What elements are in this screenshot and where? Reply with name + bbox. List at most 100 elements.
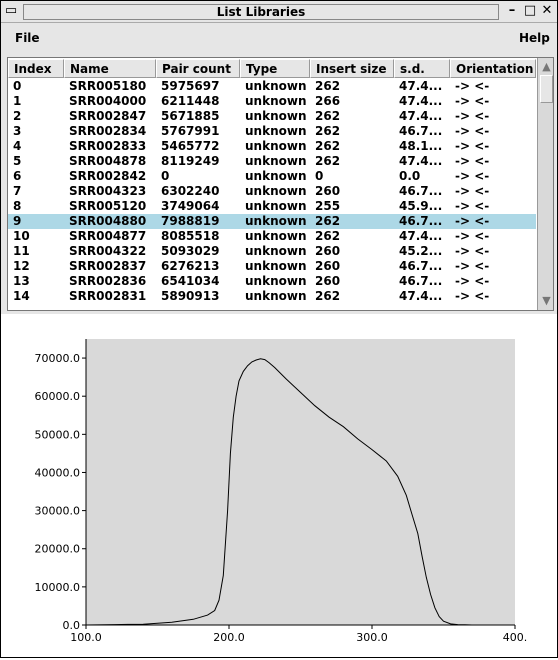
- table-cell: 6276213: [161, 259, 220, 273]
- maximize-icon[interactable]: □: [523, 3, 537, 19]
- y-tick-label: 50000.0: [35, 428, 81, 441]
- table-cell: 0: [315, 169, 324, 183]
- table-cell: unknown: [245, 274, 307, 288]
- table-row[interactable]: 6 SRR002842 0 unknown 0 0.0 -> <-: [8, 169, 536, 184]
- table-cell: 13: [13, 274, 30, 288]
- column-header[interactable]: Index: [8, 59, 64, 78]
- table-cell: 1: [13, 94, 22, 108]
- table-row[interactable]: 11 SRR004322 5093029 unknown 260 45.2... -> <-: [8, 244, 536, 259]
- table-cell: 46.7...: [399, 259, 443, 273]
- column-header[interactable]: Name: [64, 59, 156, 78]
- scroll-down-icon[interactable]: ▼: [539, 293, 553, 308]
- column-header[interactable]: Orientation: [450, 59, 536, 78]
- table-row[interactable]: 3 SRR002834 5767991 unknown 262 46.7... -> <-: [8, 124, 536, 139]
- table-cell: 262: [315, 124, 341, 138]
- table-cell: 5093029: [161, 244, 220, 258]
- table-cell: SRR004877: [69, 229, 147, 243]
- table-cell: 6302240: [161, 184, 220, 198]
- y-tick-label: 70000.0: [35, 352, 81, 365]
- table-cell: 262: [315, 154, 341, 168]
- table-cell: 255: [315, 199, 341, 213]
- libraries-table: Index Name Pair count Type Insert size s.d. Or…: [7, 57, 554, 311]
- table-cell: 5: [13, 154, 22, 168]
- table-row[interactable]: 7 SRR004323 6302240 unknown 260 46.7... -> <-: [8, 184, 536, 199]
- table-row[interactable]: 0 SRR005180 5975697 unknown 262 47.4... -> <-: [8, 79, 536, 94]
- table-cell: 6: [13, 169, 22, 183]
- column-header[interactable]: Insert size: [310, 59, 394, 78]
- table-cell: 47.4...: [399, 109, 443, 123]
- table-cell: 260: [315, 244, 341, 258]
- table-cell: -> <-: [455, 79, 490, 93]
- menu-file[interactable]: File: [15, 31, 40, 45]
- table-cell: 262: [315, 214, 341, 228]
- table-cell: -> <-: [455, 184, 490, 198]
- table-cell: unknown: [245, 94, 307, 108]
- table-vertical-scrollbar[interactable]: ▲ ▼: [537, 58, 553, 310]
- table-cell: 266: [315, 94, 341, 108]
- table-cell: 3: [13, 124, 22, 138]
- table-row[interactable]: 1 SRR004000 6211448 unknown 266 47.4... -> <-: [8, 94, 536, 109]
- y-tick-label: 60000.0: [35, 390, 81, 403]
- table-cell: 9: [13, 214, 22, 228]
- table-cell: 46.7...: [399, 214, 443, 228]
- table-cell: 5767991: [161, 124, 220, 138]
- table-cell: 260: [315, 259, 341, 273]
- window-menu-icon[interactable]: ▭: [4, 3, 18, 19]
- table-cell: SRR002836: [69, 274, 147, 288]
- x-tick-label: 300.0: [356, 631, 388, 644]
- table-cell: -> <-: [455, 274, 490, 288]
- menu-help[interactable]: Help: [519, 31, 550, 45]
- x-tick-label: 200.0: [213, 631, 245, 644]
- table-cell: -> <-: [455, 289, 490, 303]
- scroll-up-icon[interactable]: ▲: [539, 59, 553, 74]
- table-cell: unknown: [245, 199, 307, 213]
- column-header[interactable]: s.d.: [394, 59, 450, 78]
- table-cell: -> <-: [455, 229, 490, 243]
- table-cell: 46.7...: [399, 184, 443, 198]
- table-cell: 5890913: [161, 289, 220, 303]
- table-cell: SRR004000: [69, 94, 147, 108]
- table-cell: 47.4...: [399, 229, 443, 243]
- column-header[interactable]: Type: [240, 59, 310, 78]
- column-header[interactable]: Pair count: [156, 59, 240, 78]
- table-cell: 3749064: [161, 199, 220, 213]
- list-libraries-window: ▭ List Libraries – □ ✕ File Help Index Na…: [0, 0, 558, 658]
- table-cell: unknown: [245, 259, 307, 273]
- y-tick-label: 30000.0: [35, 505, 81, 518]
- table-row[interactable]: 13 SRR002836 6541034 unknown 260 46.7... -> <-: [8, 274, 536, 289]
- window-title[interactable]: List Libraries: [23, 4, 499, 20]
- table-row[interactable]: 2 SRR002847 5671885 unknown 262 47.4... -> <-: [8, 109, 536, 124]
- minimize-icon[interactable]: –: [505, 3, 519, 19]
- table-cell: SRR002842: [69, 169, 147, 183]
- table-cell: unknown: [245, 79, 307, 93]
- table-cell: -> <-: [455, 109, 490, 123]
- table-cell: 8: [13, 199, 22, 213]
- table-row[interactable]: 14 SRR002831 5890913 unknown 262 47.4... -> <-: [8, 289, 536, 304]
- table-cell: 8119249: [161, 154, 220, 168]
- table-cell: 14: [13, 289, 30, 303]
- x-tick-label: 100.0: [70, 631, 102, 644]
- table-cell: 0.0: [399, 169, 421, 183]
- table-cell: 10: [13, 229, 30, 243]
- plot-background: [86, 339, 515, 625]
- table-cell: 5671885: [161, 109, 220, 123]
- close-icon[interactable]: ✕: [540, 3, 554, 19]
- x-tick-label: 400.: [503, 631, 528, 644]
- scrollbar-thumb[interactable]: [540, 75, 553, 103]
- table-row[interactable]: 12 SRR002837 6276213 unknown 260 46.7... -> <-: [8, 259, 536, 274]
- table-cell: SRR005120: [69, 199, 147, 213]
- table-cell: 47.4...: [399, 154, 443, 168]
- table-row[interactable]: 10 SRR004877 8085518 unknown 262 47.4... -> <-: [8, 229, 536, 244]
- table-cell: SRR002837: [69, 259, 147, 273]
- table-cell: unknown: [245, 184, 307, 198]
- table-row[interactable]: 5 SRR004878 8119249 unknown 262 47.4... -> <-: [8, 154, 536, 169]
- table-row[interactable]: 4 SRR002833 5465772 unknown 262 48.1... -> <-: [8, 139, 536, 154]
- table-row[interactable]: 9 SRR004880 7988819 unknown 262 46.7... -> <-: [8, 214, 536, 229]
- table-cell: 5975697: [161, 79, 220, 93]
- table-cell: unknown: [245, 169, 307, 183]
- table-row[interactable]: 8 SRR005120 3749064 unknown 255 45.9... -> <-: [8, 199, 536, 214]
- table-cell: 262: [315, 109, 341, 123]
- y-tick-label: 40000.0: [35, 466, 81, 479]
- table-cell: 11: [13, 244, 30, 258]
- table-cell: -> <-: [455, 169, 490, 183]
